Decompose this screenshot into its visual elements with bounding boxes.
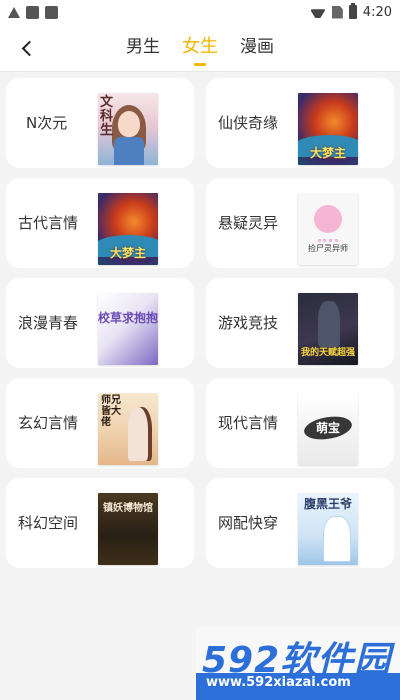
book-cover: 大梦主: [98, 193, 158, 265]
cover-title: 文科生: [100, 95, 114, 138]
tab-male[interactable]: 男生: [126, 24, 160, 72]
cover-title: 镇妖博物馆: [103, 503, 153, 514]
status-left-icons: [8, 5, 58, 19]
category-card-xianxia[interactable]: 仙侠奇缘 大梦主: [206, 78, 394, 168]
category-grid: N次元 文科生 仙侠奇缘 大梦主 古代言情 大梦主 悬疑灵异 捡尸灵异师 浪漫青…: [6, 78, 394, 568]
book-cover: 我的天赋超强: [298, 293, 358, 365]
no-sim-icon: [331, 5, 343, 19]
book-cover: 师兄皆大佬: [98, 393, 158, 465]
status-time: 4:20: [362, 4, 392, 20]
category-label: N次元: [26, 114, 68, 132]
app-square-icon: [45, 5, 58, 19]
category-card-scifi[interactable]: 科幻空间 镇妖博物馆: [6, 478, 194, 568]
cover-title: 萌宝: [315, 421, 340, 435]
book-cover: 大梦主: [298, 93, 358, 165]
book-cover: 文科生: [98, 93, 158, 165]
cover-title: 大梦主: [309, 146, 346, 160]
status-right-icons: 4:20: [310, 3, 392, 20]
category-card-n-dimension[interactable]: N次元 文科生: [6, 78, 194, 168]
category-label: 网配快穿: [218, 514, 279, 532]
book-cover: 校草求抱抱: [98, 293, 158, 365]
category-label: 玄幻言情: [18, 414, 79, 432]
top-header: 男生 女生 漫画: [0, 24, 400, 72]
app-square-icon: [26, 5, 39, 19]
gender-tabs: 男生 女生 漫画: [0, 24, 400, 72]
tab-female[interactable]: 女生: [182, 24, 218, 72]
cover-title: 师兄皆大佬: [101, 395, 121, 428]
watermark: 592软件园 www.592xiazai.com: [196, 627, 400, 700]
battery-icon: [348, 3, 357, 19]
category-label: 游戏竞技: [218, 314, 279, 332]
category-label: 科幻空间: [18, 514, 79, 532]
category-card-youth[interactable]: 浪漫青春 校草求抱抱: [6, 278, 194, 368]
book-cover: 腹黑王爷: [298, 493, 358, 565]
warning-icon: [8, 6, 20, 18]
book-cover: 萌宝: [298, 393, 358, 465]
category-card-ancient-romance[interactable]: 古代言情 大梦主: [6, 178, 194, 268]
category-card-gaming[interactable]: 游戏竞技 我的天赋超强: [206, 278, 394, 368]
watermark-url: www.592xiazai.com: [206, 675, 351, 690]
wifi-icon: [310, 6, 326, 18]
cover-title: 捡尸灵异师: [308, 244, 348, 253]
category-card-modern-romance[interactable]: 现代言情 萌宝: [206, 378, 394, 468]
book-cover: 镇妖博物馆: [98, 493, 158, 565]
category-card-suspense[interactable]: 悬疑灵异 捡尸灵异师: [206, 178, 394, 268]
category-label: 现代言情: [218, 414, 279, 432]
cover-title: 校草求抱抱: [98, 311, 158, 325]
category-label: 仙侠奇缘: [218, 114, 279, 132]
book-cover: 捡尸灵异师: [298, 193, 358, 265]
category-card-quick-transmigration[interactable]: 网配快穿 腹黑王爷: [206, 478, 394, 568]
category-card-fantasy-romance[interactable]: 玄幻言情 师兄皆大佬: [6, 378, 194, 468]
cover-title: 腹黑王爷: [303, 497, 352, 511]
tab-comic[interactable]: 漫画: [240, 24, 274, 72]
category-label: 古代言情: [18, 214, 79, 232]
cover-title: 大梦主: [109, 246, 146, 260]
cover-title: 我的天赋超强: [300, 348, 355, 358]
status-bar: 4:20: [0, 0, 400, 24]
category-label: 悬疑灵异: [218, 214, 279, 232]
category-label: 浪漫青春: [18, 314, 79, 332]
